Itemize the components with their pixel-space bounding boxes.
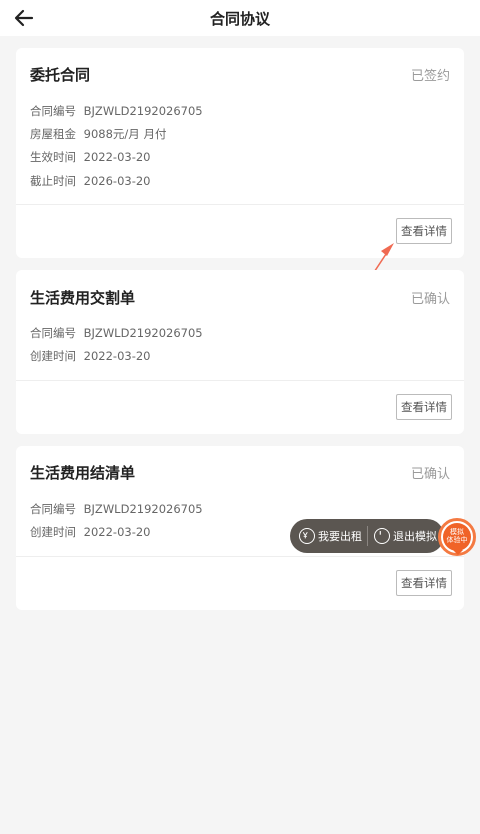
badge-line-2: 体验中	[446, 536, 468, 544]
card-title: 生活费用交割单	[30, 289, 136, 307]
divider	[16, 204, 464, 205]
caret-down-icon	[453, 550, 463, 555]
info-value: 2022-03-20	[83, 150, 151, 164]
info-label: 合同编号	[30, 104, 76, 118]
info-label: 创建时间	[30, 349, 76, 363]
info-value: 2022-03-20	[83, 349, 151, 363]
info-value: 2022-03-20	[83, 525, 151, 539]
info-row-created-date: 创建时间 2022-03-20	[30, 348, 151, 364]
page-title: 合同协议	[209, 10, 270, 28]
info-label: 合同编号	[30, 502, 76, 516]
info-row-contract-no: 合同编号 BJZWLD2192026705	[30, 325, 203, 341]
view-details-button[interactable]: 查看详情	[396, 394, 452, 420]
simulation-badge-label: 模拟 体验中	[443, 523, 471, 551]
info-value: BJZWLD2192026705	[83, 104, 203, 118]
info-row-contract-no: 合同编号 BJZWLD2192026705	[30, 103, 203, 119]
badge-line-1: 模拟	[450, 528, 464, 536]
info-row-end-date: 截止时间 2026-03-20	[30, 173, 151, 189]
power-icon	[374, 528, 390, 544]
divider	[367, 526, 368, 546]
status-badge: 已确认	[410, 292, 450, 307]
rent-icon	[299, 528, 315, 544]
status-badge: 已确认	[410, 467, 450, 482]
divider	[16, 380, 464, 381]
card-title: 生活费用结清单	[30, 464, 136, 482]
info-value: 2026-03-20	[83, 174, 151, 188]
card-title: 委托合同	[30, 66, 91, 84]
info-row-rent: 房屋租金 9088元/月 月付	[30, 126, 166, 142]
info-row-created-date: 创建时间 2022-03-20	[30, 524, 151, 540]
view-details-button[interactable]: 查看详情	[396, 570, 452, 596]
info-value: BJZWLD2192026705	[83, 326, 203, 340]
info-label: 创建时间	[30, 525, 76, 539]
info-label: 合同编号	[30, 326, 76, 340]
info-row-contract-no: 合同编号 BJZWLD2192026705	[30, 501, 203, 517]
view-details-button[interactable]: 查看详情	[396, 218, 452, 244]
status-badge: 已签约	[410, 69, 450, 84]
exit-simulation-button[interactable]: 退出模拟	[393, 528, 437, 544]
app-header: 合同协议	[0, 0, 480, 36]
simulation-toolbar: 我要出租 退出模拟	[290, 519, 444, 553]
info-label: 房屋租金	[30, 127, 76, 141]
info-label: 生效时间	[30, 150, 76, 164]
contract-card-handover: 生活费用交割单 已确认 合同编号 BJZWLD2192026705 创建时间 2…	[16, 270, 464, 434]
info-value: BJZWLD2192026705	[83, 502, 203, 516]
simulation-badge[interactable]: 模拟 体验中	[438, 518, 476, 556]
info-label: 截止时间	[30, 174, 76, 188]
contract-card-entrust: 委托合同 已签约 合同编号 BJZWLD2192026705 房屋租金 9088…	[16, 48, 464, 258]
rent-out-button[interactable]: 我要出租	[318, 528, 362, 544]
info-row-effective-date: 生效时间 2022-03-20	[30, 149, 151, 165]
divider	[16, 556, 464, 557]
info-value: 9088元/月 月付	[83, 127, 167, 141]
